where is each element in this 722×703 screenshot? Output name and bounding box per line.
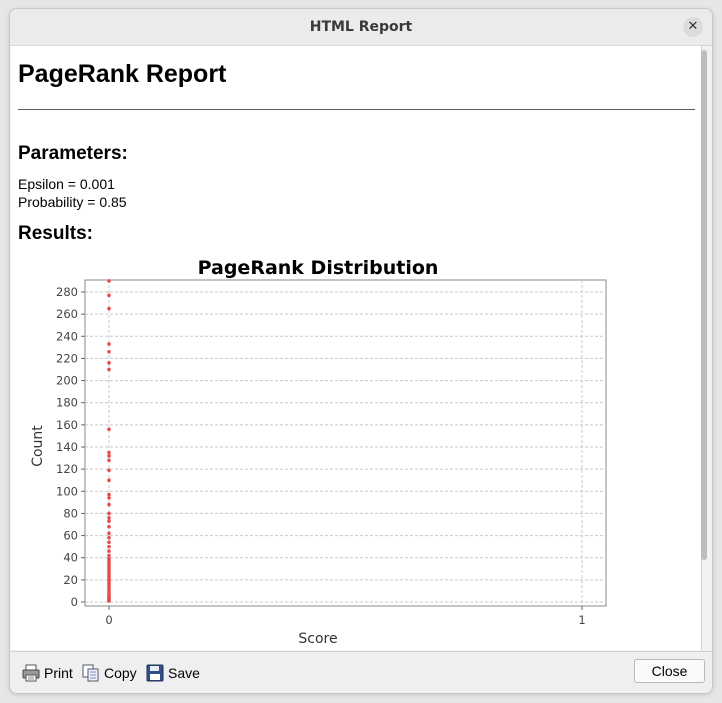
- data-point: [107, 306, 111, 311]
- data-point: [107, 496, 111, 500]
- y-tick-label: 60: [63, 529, 78, 543]
- x-tick-label: 1: [578, 613, 585, 627]
- data-point: [107, 492, 111, 497]
- data-point: [107, 454, 111, 458]
- data-point: [107, 468, 111, 473]
- y-tick-label: 260: [56, 307, 78, 321]
- data-point: [107, 519, 111, 523]
- parameter-probability: Probability = 0.85: [18, 194, 127, 210]
- data-point: [107, 458, 111, 463]
- pagerank-chart: PageRank Distribution 0 20 40 60 80 100 120 140…: [18, 254, 618, 650]
- print-label: Print: [44, 665, 73, 681]
- data-point: [107, 549, 111, 553]
- data-point: [107, 502, 111, 507]
- y-axis-label: Count: [30, 425, 46, 467]
- data-point: [107, 450, 111, 455]
- chart-title: PageRank Distribution: [198, 257, 439, 279]
- data-point: [107, 524, 111, 529]
- plot-area: [84, 279, 607, 607]
- y-tick-label: 40: [63, 551, 78, 565]
- y-tick-label: 140: [56, 440, 78, 454]
- y-tick-label: 240: [56, 329, 78, 343]
- data-point: [107, 478, 111, 483]
- copy-label: Copy: [104, 665, 137, 681]
- parameter-epsilon: Epsilon = 0.001: [18, 176, 115, 192]
- dialog-footer: Print Copy Save Close: [10, 651, 712, 693]
- y-tick-label: 200: [56, 374, 78, 388]
- close-icon[interactable]: ✕: [683, 17, 703, 37]
- floppy-disk-icon: [146, 664, 164, 682]
- data-point: [107, 540, 111, 545]
- title-bar: HTML Report ✕: [10, 9, 712, 46]
- y-tick-label: 160: [56, 418, 78, 432]
- report-dialog: HTML Report ✕ PageRank Report Parameters…: [9, 8, 713, 694]
- x-axis-label: Score: [298, 631, 337, 647]
- data-point: [107, 553, 111, 558]
- y-tick-label: 0: [71, 595, 78, 609]
- data-point: [107, 544, 111, 549]
- y-tick-label: 220: [56, 351, 78, 365]
- data-point: [107, 516, 111, 520]
- data-point: [107, 535, 111, 540]
- y-tick-label: 280: [56, 285, 78, 299]
- close-button[interactable]: Close: [634, 659, 705, 683]
- heading-divider: [18, 109, 695, 110]
- data-point: [107, 367, 111, 372]
- y-tick-label: 100: [56, 484, 78, 498]
- save-label: Save: [168, 665, 200, 681]
- x-axis: 01: [105, 606, 586, 627]
- data-point: [107, 511, 111, 516]
- copy-icon: [82, 664, 99, 682]
- y-tick-label: 180: [56, 396, 78, 410]
- data-point: [107, 361, 111, 365]
- data-point: [107, 342, 111, 346]
- report-content[interactable]: PageRank Report Parameters: Epsilon = 0.…: [11, 46, 702, 650]
- data-point: [107, 279, 111, 283]
- y-axis: 0 20 40 60 80 100 120 140 160 180 200 220 240 260 280: [56, 285, 85, 609]
- data-point: [107, 599, 111, 603]
- data-point: [107, 427, 111, 432]
- results-heading: Results:: [18, 223, 93, 244]
- data-point: [107, 531, 111, 536]
- vertical-scrollbar[interactable]: [701, 50, 707, 560]
- window-title: HTML Report: [309, 19, 413, 35]
- y-tick-label: 20: [63, 573, 78, 587]
- data-point: [107, 293, 111, 298]
- report-heading: PageRank Report: [18, 60, 227, 88]
- parameters-heading: Parameters:: [18, 143, 128, 164]
- data-point: [107, 349, 111, 354]
- y-tick-label: 80: [63, 506, 78, 520]
- chart-svg: PageRank Distribution 0 20 40 60 80 100 120 140…: [30, 257, 607, 647]
- y-tick-label: 120: [56, 462, 78, 476]
- printer-icon: [22, 664, 40, 682]
- x-tick-label: 0: [105, 613, 112, 627]
